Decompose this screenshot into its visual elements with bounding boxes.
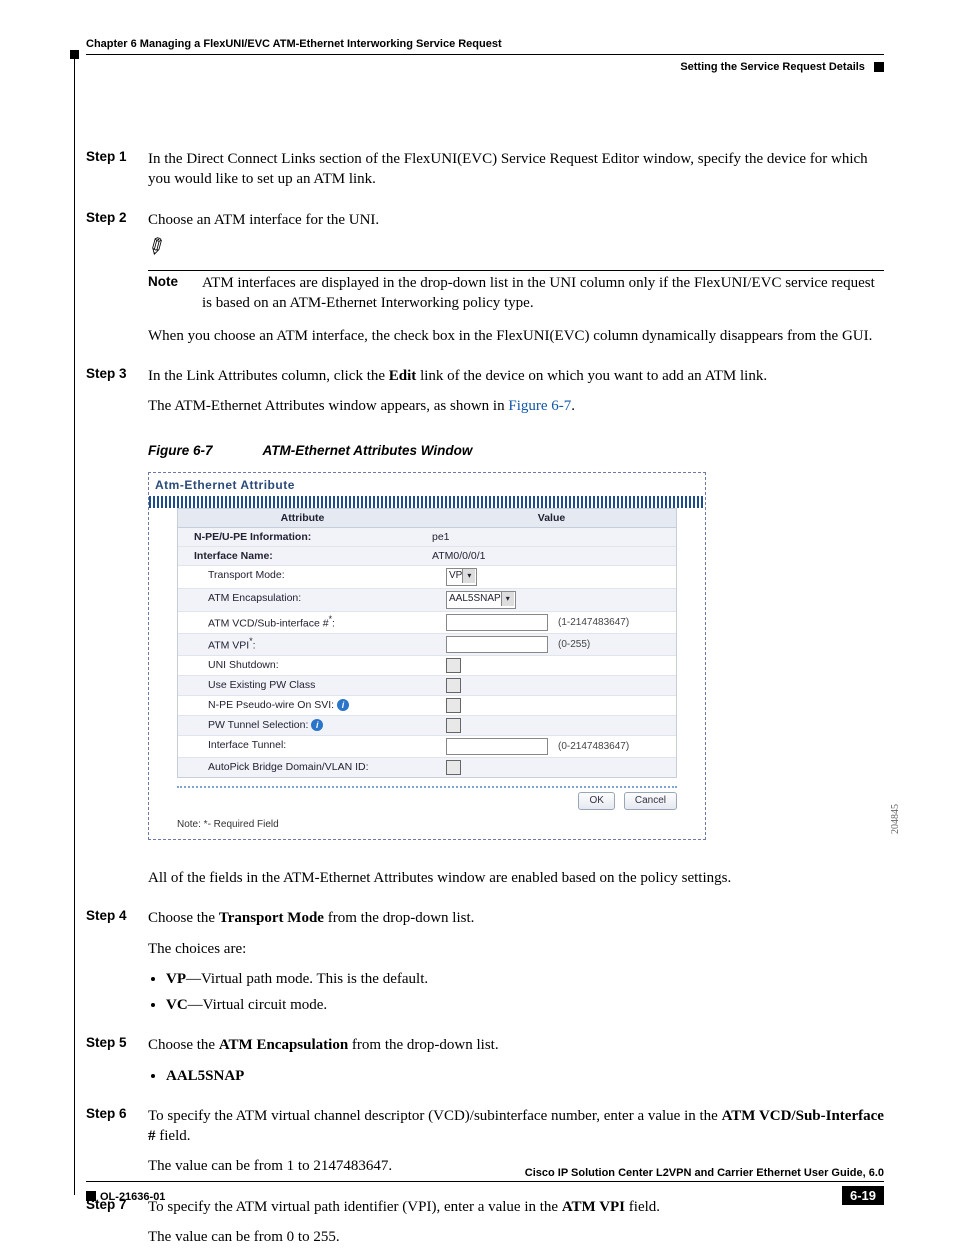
list-item: VP—Virtual path mode. This is the defaul… [166,969,884,989]
footer-doc-number: OL-21636-01 [100,1191,165,1203]
footer-end-mark-icon [86,1191,96,1201]
info-icon[interactable]: i [337,699,349,711]
header-end-mark-icon [874,62,884,72]
step-3-line1: In the Link Attributes column, click the… [148,366,884,386]
use-existing-pw-class-checkbox[interactable] [446,678,461,693]
step-1-text: In the Direct Connect Links section of t… [148,149,884,190]
required-field-note: Note: *- Required Field [177,818,705,836]
cancel-button[interactable]: Cancel [624,792,677,810]
transport-mode-select[interactable]: VP [446,568,477,586]
step-7-label: Step 7 [86,1197,148,1257]
list-item: AAL5SNAP [166,1066,884,1086]
pw-tunnel-selection-checkbox[interactable] [446,718,461,733]
panel-title: Atm-Ethernet Attribute [149,473,705,495]
col-attribute: Attribute [178,509,427,527]
section-title: Setting the Service Request Details [680,61,865,73]
note-text: ATM interfaces are displayed in the drop… [202,270,884,314]
list-item: VC—Virtual circuit mode. [166,995,884,1015]
running-header-left: Chapter 6 Managing a FlexUNI/EVC ATM-Eth… [86,38,884,50]
step-2-after-note: When you choose an ATM interface, the ch… [148,326,884,346]
header-rule [86,54,884,55]
step-3-label: Step 3 [86,366,148,899]
page-number: 6-19 [842,1186,884,1205]
running-header-right: Setting the Service Request Details [86,61,884,73]
interface-tunnel-input[interactable] [446,738,548,755]
figure-6-7-link[interactable]: Figure 6-7 [508,398,571,414]
step-1-label: Step 1 [86,149,148,200]
npe-pseudowire-svi-checkbox[interactable] [446,698,461,713]
autopick-bridge-domain-checkbox[interactable] [446,760,461,775]
figure-caption: Figure 6-7ATM-Ethernet Attributes Window [148,442,884,460]
figure-sidetag: 204845 [889,804,903,834]
note-pencil-icon: ✎ [146,236,169,257]
info-icon[interactable]: i [311,719,323,731]
atm-encapsulation-select[interactable]: AAL5SNAP [446,591,516,609]
step-2-label: Step 2 [86,210,148,356]
note-label: Note [148,270,202,314]
atm-vcd-input[interactable] [446,614,548,631]
left-vertical-rule [74,50,75,1195]
step-5-label: Step 5 [86,1035,148,1096]
step-3-line2: The ATM-Ethernet Attributes window appea… [148,396,884,416]
footer-doc-title: Cisco IP Solution Center L2VPN and Carri… [86,1167,884,1182]
col-value: Value [427,509,676,527]
atm-vpi-input[interactable] [446,636,548,653]
step-4-label: Step 4 [86,908,148,1025]
panel-stripe-icon [149,496,705,508]
uni-shutdown-checkbox[interactable] [446,658,461,673]
atm-ethernet-attributes-window: Atm-Ethernet Attribute Attribute Value N… [148,472,706,840]
ok-button[interactable]: OK [578,792,614,810]
page-footer: Cisco IP Solution Center L2VPN and Carri… [86,1167,884,1205]
step-2-text: Choose an ATM interface for the UNI. [148,210,884,230]
after-figure-text: All of the fields in the ATM-Ethernet At… [148,868,884,888]
